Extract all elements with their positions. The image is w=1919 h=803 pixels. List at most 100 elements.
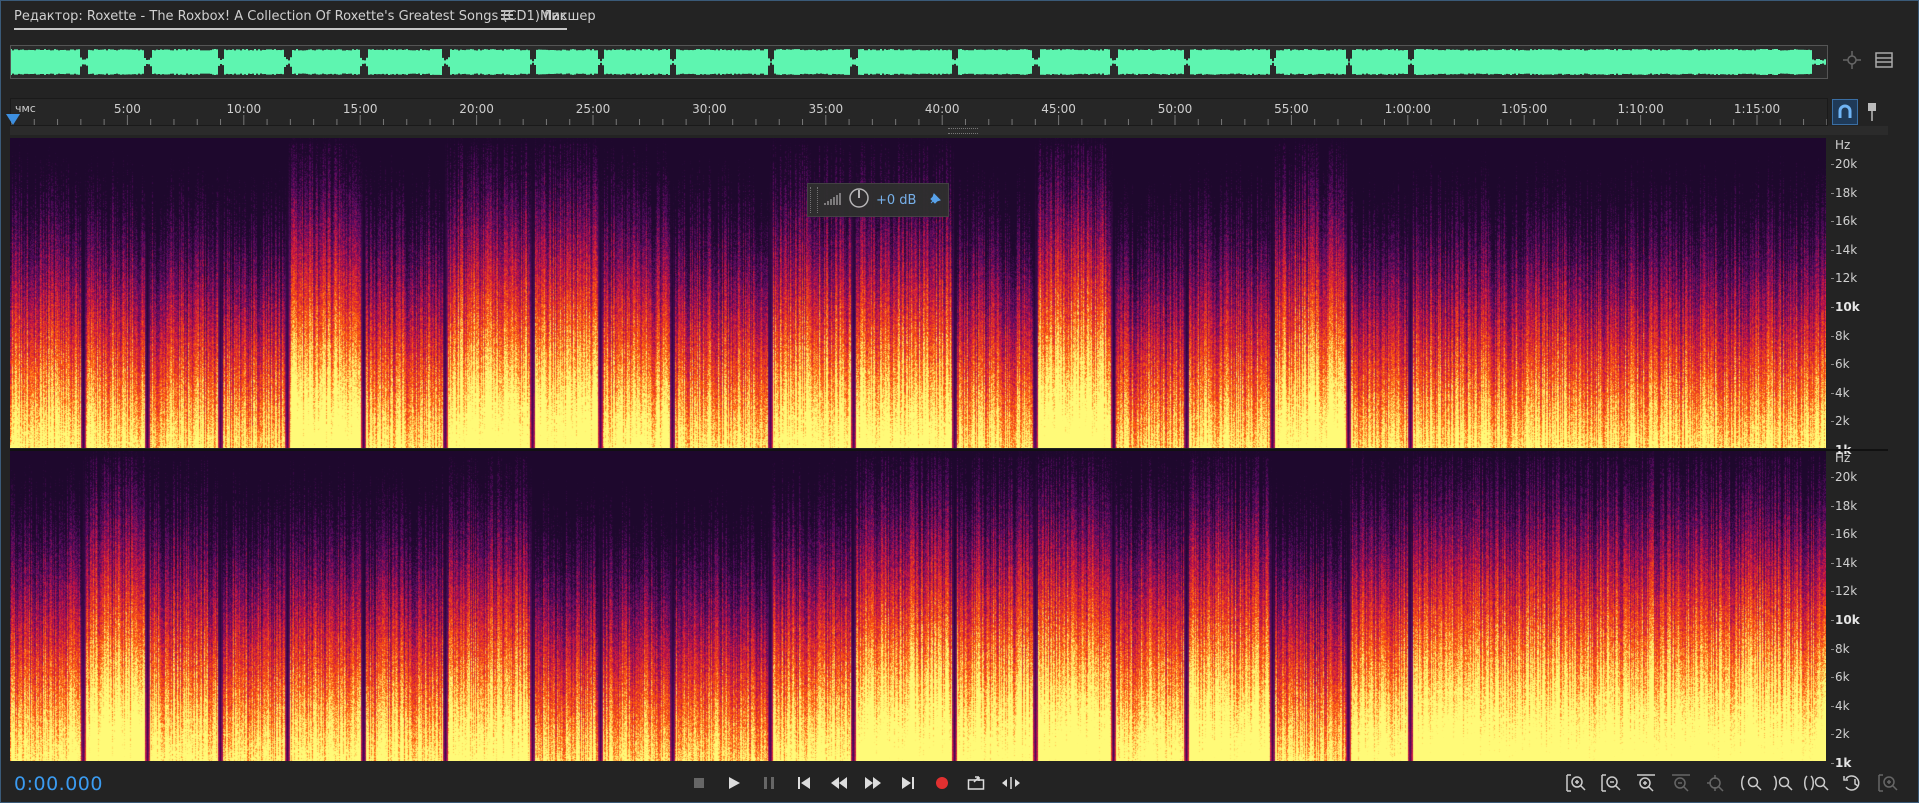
frequency-unit: Hz	[1835, 138, 1851, 152]
tab-mixer[interactable]: Микшер	[540, 9, 596, 24]
ruler-tick-label: 45:00	[1041, 102, 1076, 116]
tab-menu-icon[interactable]	[501, 10, 513, 20]
play-icon	[729, 777, 740, 789]
tab-bar: Редактор: Roxette - The Roxbox! A Collec…	[1, 1, 1918, 35]
transport-bar: 0:00.000	[1, 763, 1918, 802]
gain-knob-icon[interactable]	[848, 187, 870, 213]
frequency-label: 8k	[1835, 328, 1850, 343]
ruler-tick-label: 15:00	[342, 102, 378, 116]
ruler-tick-label: 1:05:00	[1501, 102, 1548, 116]
ruler-tick-label: 50:00	[1157, 102, 1193, 116]
zoom-out-amplitude-button[interactable]	[1597, 772, 1625, 794]
ruler-tick-label: 20:00	[459, 102, 494, 116]
zoom-full-icon	[1707, 775, 1724, 792]
fast-forward-button[interactable]	[860, 772, 886, 794]
rewind-icon	[831, 777, 847, 789]
editor-panel: Редактор: Roxette - The Roxbox! A Collec…	[0, 0, 1919, 803]
zoom-in-right-icon	[1773, 775, 1793, 791]
frequency-label: 16k	[1835, 527, 1858, 542]
tab-editor[interactable]: Редактор: Roxette - The Roxbox! A Collec…	[14, 9, 568, 30]
skip-selection-button[interactable]	[998, 772, 1024, 794]
ruler-tick-label: 35:00	[808, 102, 844, 116]
frequency-label: 16k	[1835, 214, 1858, 229]
fast-forward-icon	[865, 777, 881, 789]
frequency-label: 10k	[1835, 300, 1860, 314]
pause-icon	[764, 777, 774, 789]
ruler-tick-label: 1:00:00	[1384, 102, 1431, 116]
vertical-scroll-strip[interactable]	[10, 126, 1888, 135]
panel-menu-icon[interactable]	[1871, 47, 1897, 73]
record-icon	[936, 777, 948, 789]
pause-button[interactable]	[756, 772, 782, 794]
overview-waveform-graphic	[11, 49, 1826, 75]
ruler-tick-label: 1:15:00	[1733, 102, 1781, 116]
frequency-axis-right: Hz 20k 18k 16k 14k 12k 10k 8k 6k 4k 2k 1k	[1831, 451, 1891, 770]
frequency-label: 14k	[1835, 555, 1858, 570]
frequency-label: 6k	[1835, 357, 1850, 372]
frequency-label: 20k	[1835, 470, 1858, 484]
skip-to-start-button[interactable]	[791, 772, 817, 794]
timeline-ruler[interactable]: чмс 5:00 10:00 15:00 20:00 25:00 30:00 35:00 40…	[6, 98, 1828, 126]
zoom-in-time-button[interactable]	[1632, 772, 1660, 794]
spectrogram-channel-right[interactable]	[10, 451, 1826, 761]
stop-icon	[694, 778, 704, 788]
zoom-out-time-button[interactable]	[1667, 772, 1695, 794]
frequency-label: 8k	[1835, 641, 1850, 656]
ruler-tick-label: 40:00	[924, 102, 960, 116]
zoom-in-amplitude-button[interactable]	[1562, 772, 1590, 794]
frequency-label: 12k	[1835, 271, 1858, 286]
ruler-ticks	[11, 115, 1827, 125]
marker-pin-icon[interactable]	[1863, 101, 1881, 123]
frequency-label: 2k	[1835, 727, 1850, 742]
zoom-in-right-button[interactable]	[1769, 772, 1797, 794]
loop-playback-button[interactable]	[963, 772, 989, 794]
ruler-tick-label: 1:10:00	[1617, 102, 1664, 116]
frequency-label: 18k	[1835, 498, 1858, 513]
spectrogram-image-right	[10, 451, 1826, 761]
zoom-reset-button[interactable]	[1839, 772, 1867, 794]
gain-value[interactable]: +0 dB	[876, 193, 916, 208]
overview-waveform[interactable]	[10, 45, 1828, 79]
frequency-label: 10k	[1835, 613, 1860, 627]
skip-to-end-icon	[902, 777, 914, 789]
record-button[interactable]	[929, 772, 955, 794]
zoom-in-left-icon	[1741, 775, 1762, 791]
frequency-label: 4k	[1835, 385, 1850, 400]
stop-button[interactable]	[686, 772, 712, 794]
frequency-label: 6k	[1835, 670, 1850, 685]
current-time-display[interactable]: 0:00.000	[14, 773, 103, 795]
zoom-tracks-button[interactable]	[1874, 772, 1902, 794]
frequency-label: 4k	[1835, 698, 1850, 713]
zoom-in-amplitude-icon	[1566, 774, 1586, 792]
pin-hud-icon[interactable]	[928, 191, 942, 210]
zoom-to-view-icon[interactable]	[1839, 47, 1865, 73]
frequency-unit: Hz	[1835, 451, 1851, 465]
zoom-out-amplitude-icon	[1601, 774, 1621, 792]
ruler-tick-label: 5:00	[113, 102, 141, 116]
play-button[interactable]	[721, 772, 747, 794]
snap-toggle-icon[interactable]	[1832, 99, 1858, 125]
frequency-label: 18k	[1835, 185, 1858, 200]
skip-to-start-icon	[798, 777, 810, 789]
ruler-tick-label: 25:00	[575, 102, 611, 116]
zoom-out-time-icon	[1672, 774, 1690, 792]
zoom-in-left-button[interactable]	[1737, 772, 1765, 794]
playhead-marker[interactable]	[6, 114, 20, 125]
zoom-in-time-icon	[1637, 774, 1655, 792]
zoom-tracks-icon	[1878, 774, 1898, 792]
frequency-label: 2k	[1835, 414, 1850, 429]
loop-icon	[967, 776, 985, 790]
frequency-label: 12k	[1835, 584, 1858, 599]
frequency-label: 14k	[1835, 242, 1858, 257]
ruler-tick-label: 55:00	[1274, 102, 1309, 116]
skip-to-end-button[interactable]	[895, 772, 921, 794]
hud-gain: +0 dB	[807, 183, 949, 217]
hud-grip[interactable]	[810, 187, 818, 213]
zoom-full-button[interactable]	[1702, 772, 1730, 794]
frequency-label: 20k	[1835, 157, 1858, 171]
zoom-selection-button[interactable]	[1802, 772, 1830, 794]
zoom-reset-icon	[1843, 775, 1860, 791]
frequency-axis-left: Hz20k18k16k14k12k10k8k6k4k2k1k	[1831, 138, 1891, 457]
rewind-button[interactable]	[826, 772, 852, 794]
level-meter-icon	[824, 191, 842, 210]
